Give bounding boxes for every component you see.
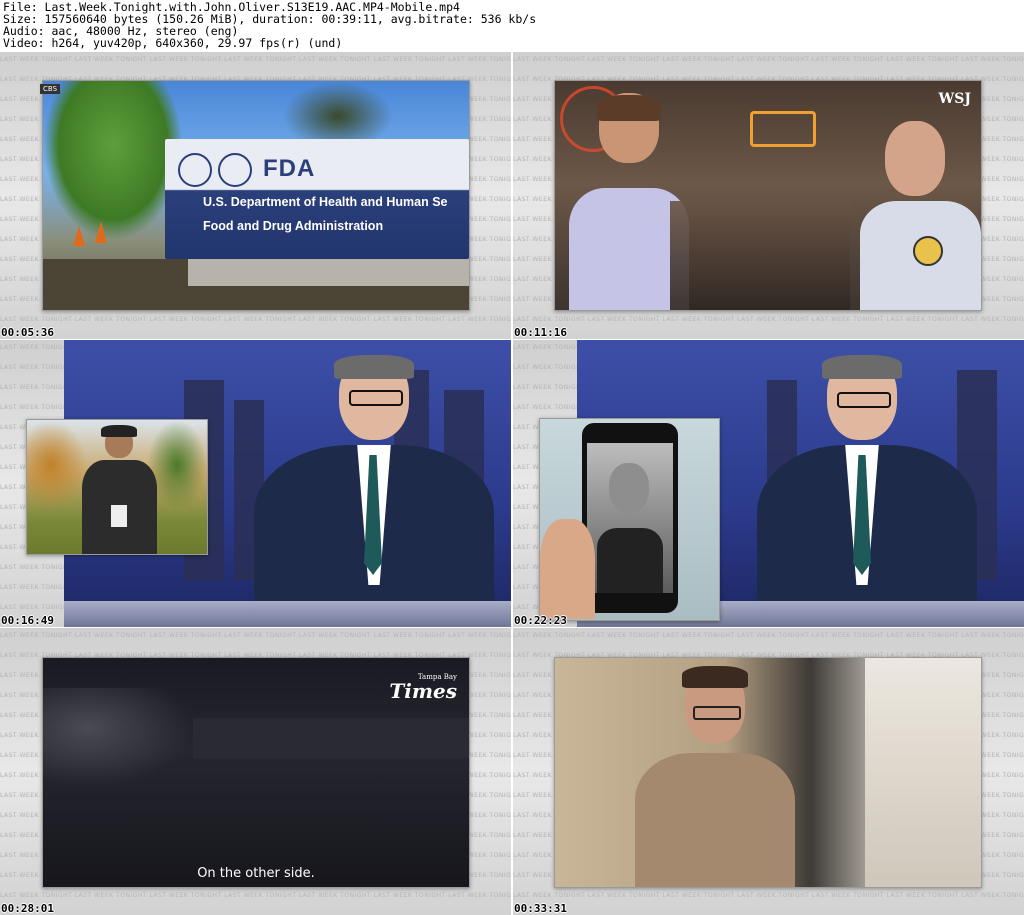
- tampa-bay-times-logo: Tampa Bay Times: [389, 674, 457, 703]
- street-interview-image: WSJ: [554, 80, 982, 311]
- badge-icon: [913, 236, 943, 266]
- night-video-image: Tampa Bay Times On the other side.: [42, 657, 470, 888]
- watermark-row: LAST WEEK TONIGHT LAST WEEK TONIGHT LAST…: [0, 892, 511, 899]
- inset-photo: [539, 418, 720, 621]
- car-shape: [43, 688, 193, 788]
- thumbnail-5: LAST WEEK TONIGHT LAST WEEK TONIGHT LAST…: [0, 628, 511, 915]
- tree-shape: [27, 420, 87, 510]
- glasses-icon: [349, 390, 403, 406]
- thumbnail-grid: LAST WEEK TONIGHT LAST WEEK TONIGHT LAST…: [0, 52, 1024, 915]
- thumbnail-4: LAST WEEK TONIGHT LAST WEEK TONIGHT LAST…: [513, 340, 1024, 627]
- thumbnail-2: LAST WEEK TONIGHT LAST WEEK TONIGHT LAST…: [513, 52, 1024, 339]
- sign-line-1: U.S. Department of Health and Human Se: [203, 195, 448, 209]
- network-logo: CBS: [40, 84, 61, 94]
- phone-icon: [582, 423, 678, 613]
- watermark-row: LAST WEEK TONIGHT LAST WEEK TONIGHT LAST…: [513, 892, 1024, 899]
- watermark-row: LAST WEEK TONIGHT LAST WEEK TONIGHT LAST…: [0, 56, 511, 63]
- fda-logo: FDA: [263, 155, 316, 182]
- desk: [64, 601, 511, 627]
- badge-icon: [111, 505, 127, 527]
- file-info-header: File: Last.Week.Tonight.with.John.Oliver…: [0, 0, 1024, 52]
- sign-base: [188, 256, 469, 286]
- hair-shape: [682, 666, 748, 688]
- timestamp: 00:11:16: [514, 326, 567, 339]
- glasses-icon: [837, 392, 891, 408]
- watermark-row: LAST WEEK TONIGHT LAST WEEK TONIGHT LAST…: [0, 316, 511, 323]
- phone-screen: [587, 443, 673, 593]
- interviewer-figure: [569, 93, 689, 310]
- sign-line-2: Food and Drug Administration: [203, 219, 384, 233]
- timestamp: 00:22:23: [514, 614, 567, 627]
- watermark-row: LAST WEEK TONIGHT LAST WEEK TONIGHT LAST…: [513, 316, 1024, 323]
- officer-figure: [855, 121, 981, 310]
- hair-shape: [597, 95, 661, 121]
- cap-icon: [101, 425, 137, 437]
- timestamp: 00:05:36: [1, 326, 54, 339]
- hand-shape: [540, 519, 595, 619]
- subtitle-caption: On the other side.: [197, 866, 315, 881]
- host-hair: [334, 355, 414, 379]
- thumbnail-3: LAST WEEK TONIGHT LAST WEEK TONIGHT LAST…: [0, 340, 511, 627]
- logo-line-2: Times: [389, 679, 457, 703]
- thumbnail-1: LAST WEEK TONIGHT LAST WEEK TONIGHT LAST…: [0, 52, 511, 339]
- glasses-icon: [693, 706, 741, 720]
- host-hair: [822, 355, 902, 379]
- fda-sign-image: FDA U.S. Department of Health and Human …: [42, 80, 470, 311]
- tree-shape: [43, 81, 183, 241]
- interview-image: [554, 657, 982, 888]
- timestamp: 00:16:49: [1, 614, 54, 627]
- timestamp: 00:28:01: [1, 902, 54, 915]
- inset-photo: [26, 419, 208, 555]
- wsj-logo: WSJ: [938, 91, 971, 107]
- neon-sign-shape: [750, 111, 816, 147]
- crowd-shape: [670, 201, 850, 310]
- portrait-body: [597, 528, 663, 593]
- fda-seal-icon: [218, 153, 252, 187]
- thumbnail-6: LAST WEEK TONIGHT LAST WEEK TONIGHT LAST…: [513, 628, 1024, 915]
- video-info-line: Video: h264, yuv420p, 640x360, 29.97 fps…: [3, 36, 343, 50]
- door-shape: [865, 658, 981, 887]
- timestamp: 00:33:31: [514, 902, 567, 915]
- road-shape: [193, 718, 469, 758]
- watermark-row: LAST WEEK TONIGHT LAST WEEK TONIGHT LAST…: [0, 632, 511, 639]
- shirt-shape: [635, 753, 795, 887]
- head-shape: [885, 121, 945, 196]
- watermark-row: LAST WEEK TONIGHT LAST WEEK TONIGHT LAST…: [513, 56, 1024, 63]
- hhs-seal-icon: [178, 153, 212, 187]
- portrait-head: [609, 463, 649, 513]
- watermark-row: LAST WEEK TONIGHT LAST WEEK TONIGHT LAST…: [513, 632, 1024, 639]
